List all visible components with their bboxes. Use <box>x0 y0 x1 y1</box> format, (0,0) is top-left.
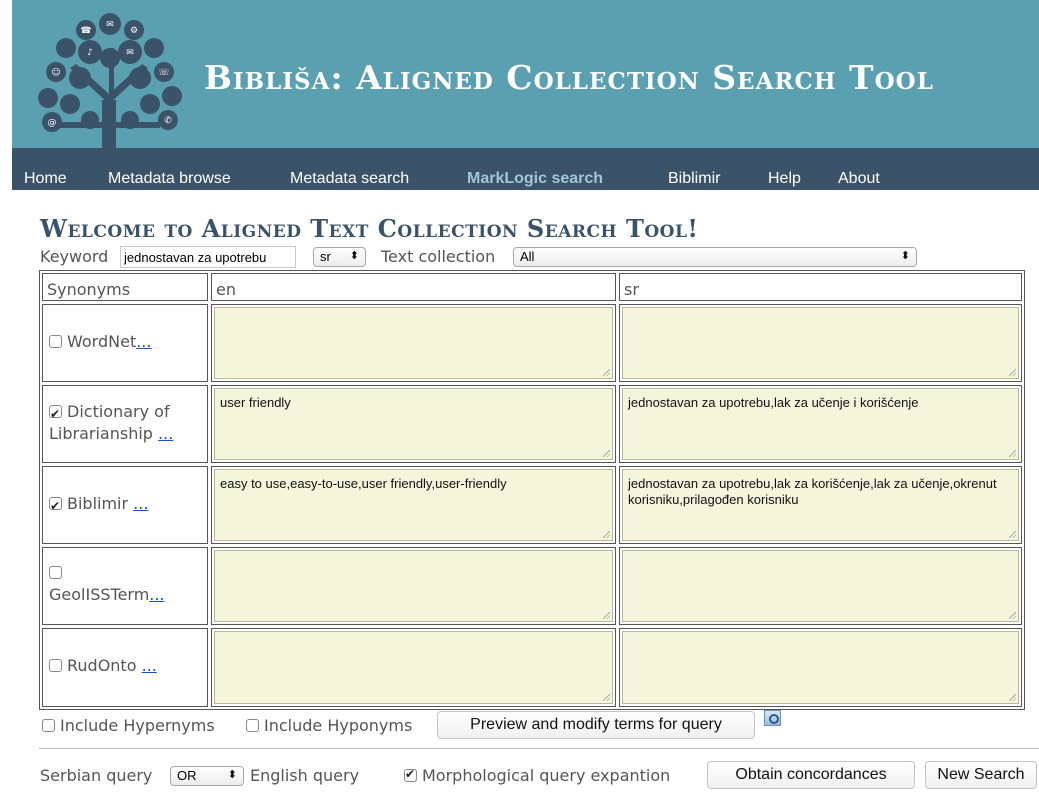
svg-text:☏: ☏ <box>158 68 169 78</box>
table-row-biblimir: Biblimir ... <box>42 466 208 544</box>
wordnet-sr-textarea[interactable] <box>622 307 1019 379</box>
main-navigation: Home Metadata browse Metadata search Mar… <box>12 148 1039 190</box>
table-cell-en <box>211 304 616 382</box>
librarianship-en-textarea[interactable]: user friendly <box>214 388 613 460</box>
geolissterm-en-textarea[interactable] <box>214 550 613 622</box>
dictionary-name: WordNet <box>67 332 137 351</box>
biblimir-en-textarea[interactable]: easy to use,easy-to-use,user friendly,us… <box>214 469 613 541</box>
table-cell-sr <box>619 304 1022 382</box>
preview-icon[interactable] <box>764 710 781 726</box>
svg-text:✉: ✉ <box>126 48 134 58</box>
wordnet-checkbox[interactable] <box>49 335 62 348</box>
rudonto-en-textarea[interactable] <box>214 631 613 704</box>
svg-text:⚙: ⚙ <box>130 26 138 36</box>
librarianship-sr-textarea[interactable]: jednostavan za upotrebu,lak za učenje i … <box>622 388 1019 460</box>
nav-help[interactable]: Help <box>768 170 801 188</box>
table-row-geolissterm: GeolISSTerm... <box>42 547 208 625</box>
column-header-synonyms: Synonyms <box>42 273 208 301</box>
text-collection-label: Text collection <box>381 247 496 266</box>
morphological-expansion-option: Morphological query expantion <box>404 766 670 785</box>
table-row-rudonto: RudOnto ... <box>42 628 208 707</box>
morphological-expansion-checkbox[interactable] <box>404 767 417 782</box>
dictionary-name: GeolISSTerm <box>49 585 150 604</box>
keyword-label: Keyword <box>40 247 109 266</box>
table-cell-sr: jednostavan za upotrebu,lak za korišćenj… <box>619 466 1022 544</box>
new-search-button[interactable]: New Search <box>925 761 1037 789</box>
librarianship-checkbox[interactable] <box>49 403 62 425</box>
select-arrows-icon: ⬍ <box>227 769 237 781</box>
rudonto-checkbox[interactable] <box>49 659 62 672</box>
table-cell-sr: jednostavan za upotrebu,lak za učenje i … <box>619 385 1022 463</box>
select-arrows-icon: ⬍ <box>349 250 359 262</box>
table-cell-en: user friendly <box>211 385 616 463</box>
include-hyponyms-checkbox[interactable] <box>246 719 259 732</box>
dictionary-name: RudOnto <box>67 656 137 675</box>
biblimir-checkbox[interactable] <box>49 495 62 517</box>
geolissterm-more-link[interactable]: ... <box>149 585 164 604</box>
wordnet-en-textarea[interactable] <box>214 307 613 379</box>
column-header-sr: sr <box>619 273 1022 301</box>
dictionary-label: Biblimir ... <box>49 493 148 517</box>
keyword-input[interactable] <box>120 246 296 268</box>
nav-biblimir[interactable]: Biblimir <box>668 170 720 188</box>
rudonto-sr-textarea[interactable] <box>622 631 1019 704</box>
column-header-en: en <box>211 273 616 301</box>
svg-text:♪: ♪ <box>87 48 93 58</box>
dictionary-label: WordNet... <box>49 331 151 353</box>
svg-text:✆: ✆ <box>164 116 172 126</box>
dictionary-label: Dictionary of Librarianship ... <box>49 401 207 445</box>
language-select-value: sr <box>320 249 331 264</box>
include-hypernyms-label: Include Hypernyms <box>60 716 215 735</box>
dictionary-name: Dictionary of Librarianship <box>49 402 170 443</box>
svg-text:☎: ☎ <box>80 26 91 36</box>
svg-text:☺: ☺ <box>51 67 60 78</box>
biblimir-more-link[interactable]: ... <box>133 494 148 513</box>
nav-about[interactable]: About <box>838 170 880 188</box>
table-cell-sr <box>619 628 1022 707</box>
nav-metadata-search[interactable]: Metadata search <box>290 170 409 188</box>
table-cell-en: easy to use,easy-to-use,user friendly,us… <box>211 466 616 544</box>
wordnet-more-link[interactable]: ... <box>136 332 151 351</box>
page-title: Welcome to Aligned Text Collection Searc… <box>40 214 699 243</box>
biblimir-sr-textarea[interactable]: jednostavan za upotrebu,lak za korišćenj… <box>622 469 1019 541</box>
svg-text:@: @ <box>48 118 57 128</box>
text-collection-select[interactable]: All ⬍ <box>513 247 917 267</box>
nav-home[interactable]: Home <box>24 170 67 188</box>
include-hypernyms-checkbox[interactable] <box>42 719 55 732</box>
rudonto-more-link[interactable]: ... <box>142 656 157 675</box>
english-query-label: English query <box>250 766 360 785</box>
include-hyponyms-label: Include Hyponyms <box>264 716 413 735</box>
language-select[interactable]: sr ⬍ <box>313 247 366 267</box>
site-header: ✉ ☎ ⚙ ♪ ✉ ☺ ☏ @ ✆ Bibliša: Aligned Collection … <box>12 0 1039 148</box>
dictionary-name: Biblimir <box>67 494 129 513</box>
obtain-concordances-button[interactable]: Obtain concordances <box>707 761 915 789</box>
svg-text:✉: ✉ <box>106 20 114 30</box>
query-operator-select[interactable]: OR ⬍ <box>170 766 244 786</box>
table-cell-en <box>211 628 616 707</box>
dictionary-label: GeolISSTerm... <box>49 562 165 606</box>
include-hypernyms-option: Include Hypernyms <box>42 716 215 735</box>
table-row-wordnet: WordNet... <box>42 304 208 382</box>
serbian-query-label: Serbian query <box>40 766 153 785</box>
dictionary-label: RudOnto ... <box>49 655 157 677</box>
text-collection-value: All <box>520 249 535 264</box>
nav-marklogic-search[interactable]: MarkLogic search <box>467 170 603 188</box>
include-hyponyms-option: Include Hyponyms <box>246 716 412 735</box>
site-title: Bibliša: Aligned Collection Search Tool <box>204 58 934 97</box>
table-cell-en <box>211 547 616 625</box>
preview-terms-button[interactable]: Preview and modify terms for query <box>437 711 755 739</box>
divider <box>39 748 1039 749</box>
librarianship-more-link[interactable]: ... <box>158 424 173 443</box>
geolissterm-sr-textarea[interactable] <box>622 550 1019 622</box>
logo-tree-icon: ✉ ☎ ⚙ ♪ ✉ ☺ ☏ @ ✆ <box>38 13 182 148</box>
synonyms-table: Synonyms en sr WordNet... Dictionary of … <box>39 270 1025 710</box>
query-operator-value: OR <box>177 768 197 783</box>
nav-metadata-browse[interactable]: Metadata browse <box>108 170 231 188</box>
select-arrows-icon: ⬍ <box>900 250 910 262</box>
geolissterm-checkbox[interactable] <box>49 566 62 579</box>
morphological-expansion-label: Morphological query expantion <box>422 766 671 785</box>
table-row-dictionary-of-librarianship: Dictionary of Librarianship ... <box>42 385 208 463</box>
table-cell-sr <box>619 547 1022 625</box>
